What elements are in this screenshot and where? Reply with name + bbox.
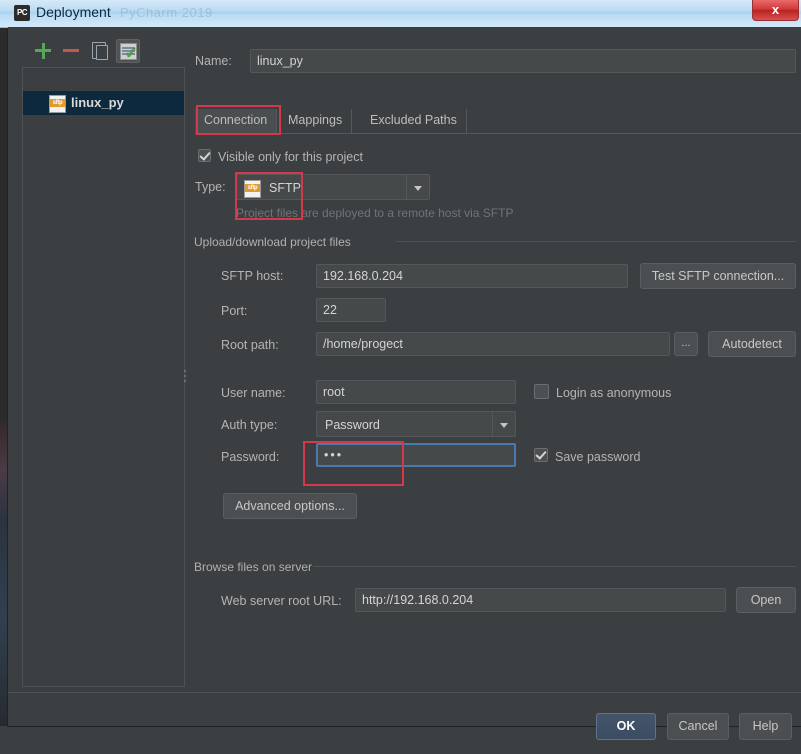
upload-group-divider bbox=[396, 241, 796, 242]
pycharm-app-icon: PC bbox=[14, 5, 30, 21]
web-url-label: Web server root URL: bbox=[221, 594, 342, 608]
tab-mappings[interactable]: Mappings bbox=[279, 109, 352, 133]
password-input[interactable]: ••• bbox=[316, 443, 516, 467]
name-label: Name: bbox=[195, 54, 232, 68]
ok-button[interactable]: OK bbox=[596, 713, 656, 740]
settings-tabs: Connection Mappings Excluded Paths bbox=[195, 109, 801, 134]
port-label: Port: bbox=[221, 304, 247, 318]
sftp-host-input[interactable]: 192.168.0.204 bbox=[316, 264, 628, 288]
help-button[interactable]: Help bbox=[739, 713, 792, 740]
upload-group-title: Upload/download project files bbox=[194, 235, 357, 249]
type-label: Type: bbox=[195, 180, 226, 194]
remove-button[interactable] bbox=[60, 39, 82, 61]
root-path-input[interactable]: /home/progect bbox=[316, 332, 670, 356]
password-label: Password: bbox=[221, 450, 279, 464]
open-url-button[interactable]: Open bbox=[736, 587, 796, 613]
login-anonymous-checkbox[interactable] bbox=[534, 384, 549, 399]
auth-type-label: Auth type: bbox=[221, 418, 277, 432]
dialog-content: ✓ linux_py Name: linux_py Connection Map… bbox=[8, 27, 801, 726]
sftp-icon: sftp bbox=[244, 180, 261, 198]
type-value: SFTP bbox=[269, 179, 301, 197]
sidebar-item-label: linux_py bbox=[71, 91, 124, 115]
port-input[interactable]: 22 bbox=[316, 298, 386, 322]
auth-type-value: Password bbox=[325, 416, 380, 434]
splitter-handle[interactable] bbox=[184, 367, 188, 391]
autodetect-button[interactable]: Autodetect bbox=[708, 331, 796, 357]
background-window-title: PyCharm 2019 bbox=[120, 5, 213, 20]
connection-form: Name: linux_py Connection Mappings Exclu… bbox=[190, 27, 801, 672]
user-name-label: User name: bbox=[221, 386, 286, 400]
sftp-server-icon bbox=[49, 95, 66, 113]
browse-root-path-button[interactable]: ... bbox=[674, 332, 698, 356]
copy-icon-sheet bbox=[96, 45, 108, 60]
green-check-icon: ✓ bbox=[125, 48, 135, 59]
visible-only-label: Visible only for this project bbox=[218, 150, 363, 164]
close-icon[interactable]: x bbox=[752, 0, 799, 21]
save-password-checkbox[interactable] bbox=[534, 448, 548, 462]
sftp-host-label: SFTP host: bbox=[221, 269, 283, 283]
add-button[interactable] bbox=[32, 39, 54, 61]
window-title: Deployment bbox=[36, 4, 111, 20]
advanced-options-button[interactable]: Advanced options... bbox=[223, 493, 357, 519]
sidebar-item-linux-py[interactable]: linux_py bbox=[23, 91, 184, 115]
dialog-footer: OK Cancel Help bbox=[8, 692, 801, 754]
deployment-dialog: PC Deployment PyCharm 2019 x ✓ bbox=[8, 0, 801, 726]
save-password-label: Save password bbox=[555, 450, 640, 464]
tab-connection[interactable]: Connection bbox=[195, 109, 277, 133]
user-name-input[interactable]: root bbox=[316, 380, 516, 404]
browse-group-divider bbox=[313, 566, 796, 567]
type-hint: Project files are deployed to a remote h… bbox=[236, 206, 513, 220]
web-url-input[interactable]: http://192.168.0.204 bbox=[355, 588, 726, 612]
copy-button[interactable] bbox=[88, 39, 110, 61]
chevron-down-icon[interactable] bbox=[406, 175, 429, 199]
title-bar: PC Deployment PyCharm 2019 x bbox=[0, 0, 801, 28]
name-input[interactable]: linux_py bbox=[250, 49, 796, 73]
server-list-toolbar: ✓ bbox=[22, 39, 182, 67]
server-list-panel: linux_py bbox=[22, 67, 185, 687]
test-sftp-connection-button[interactable]: Test SFTP connection... bbox=[640, 263, 796, 289]
visible-only-checkbox[interactable] bbox=[198, 149, 211, 162]
browse-group-title: Browse files on server bbox=[194, 560, 318, 574]
root-path-label: Root path: bbox=[221, 338, 279, 352]
auth-type-combo[interactable]: Password bbox=[316, 411, 516, 437]
set-default-button[interactable]: ✓ bbox=[116, 39, 140, 63]
chevron-down-icon[interactable] bbox=[492, 412, 515, 436]
login-anonymous-label: Login as anonymous bbox=[556, 386, 671, 400]
tab-excluded-paths[interactable]: Excluded Paths bbox=[361, 109, 467, 133]
type-combo[interactable]: sftp SFTP bbox=[236, 174, 430, 200]
cancel-button[interactable]: Cancel bbox=[667, 713, 729, 740]
